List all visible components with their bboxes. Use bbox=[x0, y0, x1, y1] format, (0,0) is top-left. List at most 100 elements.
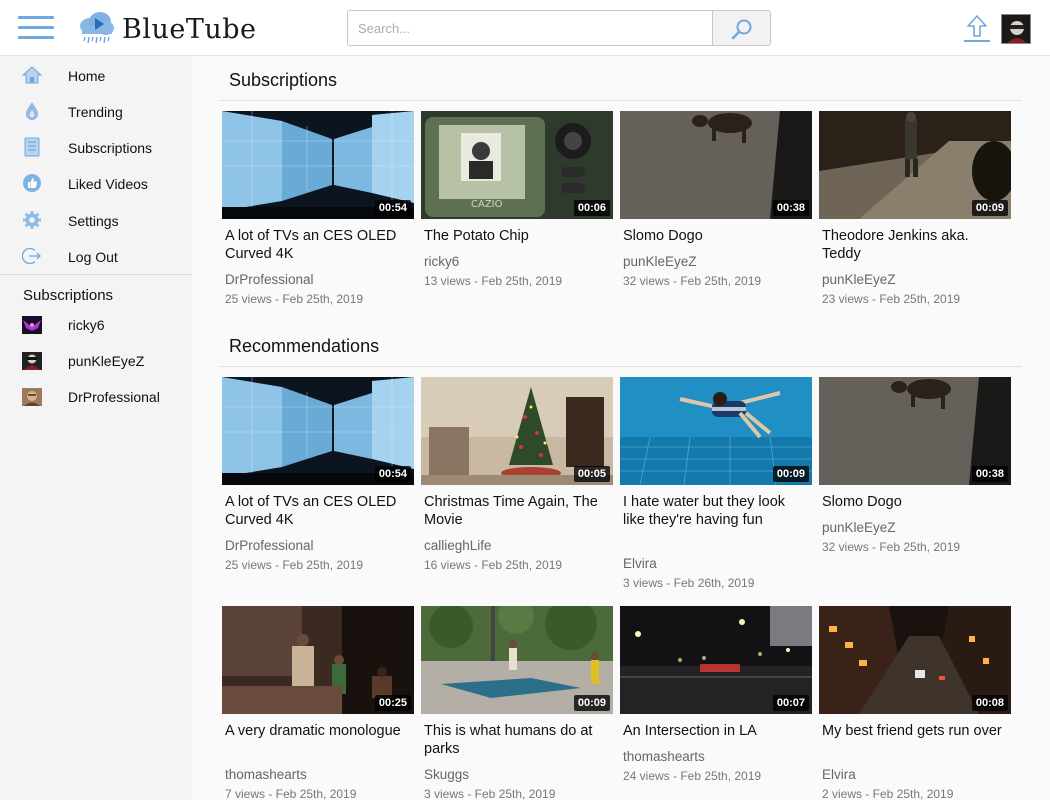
video-meta: 2 views - Feb 25th, 2019 bbox=[822, 787, 954, 800]
sidebar-item-log-out[interactable]: Log Out bbox=[0, 239, 192, 273]
video-channel[interactable]: thomashearts bbox=[225, 767, 307, 782]
video-meta: 32 views - Feb 25th, 2019 bbox=[623, 274, 762, 288]
section-divider bbox=[219, 100, 1022, 101]
video-channel[interactable]: DrProfessional bbox=[225, 272, 314, 287]
video-meta: 3 views - Feb 25th, 2019 bbox=[424, 787, 556, 800]
sidebar-item-label: Settings bbox=[68, 213, 119, 229]
video-card[interactable]: 00:09 This is what humans do at parks Sk… bbox=[421, 606, 613, 800]
video-card[interactable]: 00:54 A lot of TVs an CES OLED Curved 4K… bbox=[222, 377, 414, 577]
sidebar-item-home[interactable]: Home bbox=[0, 58, 192, 92]
video-meta: 3 views - Feb 26th, 2019 bbox=[623, 576, 755, 590]
video-card[interactable]: 00:08 My best friend gets run over Elvir… bbox=[819, 606, 1011, 800]
video-thumbnail[interactable]: 00:09 bbox=[819, 111, 1011, 219]
video-thumbnail[interactable]: 00:54 bbox=[222, 111, 414, 219]
video-card[interactable]: 00:38 Slomo Dogo punKleEyeZ 32 views - F… bbox=[819, 377, 1011, 577]
video-title[interactable]: An Intersection in LA bbox=[623, 722, 809, 740]
video-card[interactable]: 00:07 An Intersection in LA thomashearts… bbox=[620, 606, 812, 800]
video-thumbnail[interactable]: CAZIO 00:06 bbox=[421, 111, 613, 219]
video-meta: 7 views - Feb 25th, 2019 bbox=[225, 787, 357, 800]
sidebar-item-label: Subscriptions bbox=[68, 140, 153, 156]
app-logo[interactable]: BlueTube bbox=[76, 8, 256, 48]
upload-button[interactable] bbox=[962, 14, 992, 44]
video-channel[interactable]: punKleEyeZ bbox=[623, 254, 697, 269]
logout-icon bbox=[22, 247, 41, 265]
video-thumbnail[interactable]: 00:09 bbox=[421, 606, 613, 714]
video-meta: 23 views - Feb 25th, 2019 bbox=[822, 292, 961, 306]
avatar-image bbox=[1002, 15, 1030, 43]
section-title-recommendations: Recommendations bbox=[229, 336, 380, 356]
video-channel[interactable]: ricky6 bbox=[424, 254, 459, 269]
video-meta: 16 views - Feb 25th, 2019 bbox=[424, 558, 563, 572]
sidebar-item-subscriptions[interactable]: Subscriptions bbox=[0, 130, 192, 164]
video-channel[interactable]: punKleEyeZ bbox=[822, 520, 896, 535]
video-duration: 00:38 bbox=[971, 466, 1008, 482]
video-thumbnail[interactable]: 00:54 bbox=[222, 377, 414, 485]
video-thumbnail[interactable]: 00:38 bbox=[819, 377, 1011, 485]
video-thumbnail[interactable]: 00:07 bbox=[620, 606, 812, 714]
video-duration: 00:54 bbox=[374, 200, 411, 216]
video-duration: 00:25 bbox=[374, 695, 411, 711]
video-card[interactable]: 00:05 Christmas Time Again, The Movie ca… bbox=[421, 377, 613, 577]
top-bar: BlueTube bbox=[0, 0, 1050, 56]
video-card[interactable]: 00:54 A lot of TVs an CES OLED Curved 4K… bbox=[222, 111, 414, 311]
video-thumbnail[interactable]: 00:25 bbox=[222, 606, 414, 714]
sidebar-subscription-punkleeyez[interactable]: punKleEyeZ bbox=[0, 344, 192, 378]
video-card[interactable]: 00:25 A very dramatic monologue thomashe… bbox=[222, 606, 414, 800]
video-title[interactable]: A lot of TVs an CES OLED Curved 4K bbox=[225, 493, 411, 529]
home-icon bbox=[22, 66, 42, 84]
video-channel[interactable]: Skuggs bbox=[424, 767, 469, 782]
video-card[interactable]: 00:09 Theodore Jenkins aka. Teddy punKle… bbox=[819, 111, 1011, 311]
search-input[interactable] bbox=[347, 10, 713, 46]
hamburger-icon[interactable] bbox=[18, 13, 56, 43]
video-channel[interactable]: Elvira bbox=[822, 767, 856, 782]
user-avatar[interactable] bbox=[1001, 14, 1031, 44]
video-title[interactable]: A lot of TVs an CES OLED Curved 4K bbox=[225, 227, 411, 263]
video-title[interactable]: Slomo Dogo bbox=[822, 493, 1008, 511]
logo-cloud-icon bbox=[80, 12, 114, 44]
app-name: BlueTube bbox=[122, 14, 257, 45]
avatar bbox=[22, 388, 42, 406]
video-channel[interactable]: thomashearts bbox=[623, 749, 705, 764]
search-icon bbox=[731, 19, 752, 40]
sidebar-subscription-ricky6[interactable]: ricky6 bbox=[0, 308, 192, 342]
search-button[interactable] bbox=[712, 10, 771, 46]
flame-icon bbox=[26, 102, 38, 120]
video-title[interactable]: The Potato Chip bbox=[424, 227, 610, 245]
video-meta: 24 views - Feb 25th, 2019 bbox=[623, 769, 762, 783]
video-duration: 00:08 bbox=[971, 695, 1008, 711]
video-thumbnail[interactable]: 00:08 bbox=[819, 606, 1011, 714]
video-duration: 00:38 bbox=[772, 200, 809, 216]
video-card[interactable]: CAZIO 00:06 The Potato Chip ricky6 13 vi… bbox=[421, 111, 613, 311]
video-channel[interactable]: punKleEyeZ bbox=[822, 272, 896, 287]
video-title[interactable]: Slomo Dogo bbox=[623, 227, 809, 245]
video-thumbnail[interactable]: 00:05 bbox=[421, 377, 613, 485]
video-meta: 25 views - Feb 25th, 2019 bbox=[225, 292, 364, 306]
sidebar-subscription-label: ricky6 bbox=[68, 317, 105, 333]
video-channel[interactable]: Elvira bbox=[623, 556, 657, 571]
video-duration: 00:07 bbox=[772, 695, 809, 711]
video-title[interactable]: I hate water but they look like they're … bbox=[623, 493, 809, 529]
video-channel[interactable]: DrProfessional bbox=[225, 538, 314, 553]
video-meta: 32 views - Feb 25th, 2019 bbox=[822, 540, 961, 554]
video-duration: 00:09 bbox=[971, 200, 1008, 216]
video-card[interactable]: 00:38 Slomo Dogo punKleEyeZ 32 views - F… bbox=[620, 111, 812, 311]
video-title[interactable]: Christmas Time Again, The Movie bbox=[424, 493, 610, 529]
video-title[interactable]: A very dramatic monologue bbox=[225, 722, 411, 740]
sidebar-item-settings[interactable]: Settings bbox=[0, 203, 192, 237]
video-channel[interactable]: callieghLife bbox=[424, 538, 492, 553]
sidebar-subscription-drprofessional[interactable]: DrProfessional bbox=[0, 380, 192, 414]
sidebar-item-trending[interactable]: Trending bbox=[0, 94, 192, 128]
sidebar-item-label: Log Out bbox=[68, 249, 118, 265]
sidebar-divider bbox=[0, 274, 192, 275]
video-duration: 00:05 bbox=[573, 466, 610, 482]
video-title[interactable]: Theodore Jenkins aka. Teddy bbox=[822, 227, 1008, 263]
video-card[interactable]: 00:09 I hate water but they look like th… bbox=[620, 377, 812, 590]
video-thumbnail[interactable]: 00:09 bbox=[620, 377, 812, 485]
video-duration: 00:09 bbox=[772, 466, 809, 482]
subscriptions-icon bbox=[24, 137, 40, 157]
sidebar-item-liked-videos[interactable]: Liked Videos bbox=[0, 166, 192, 200]
video-title[interactable]: My best friend gets run over bbox=[822, 722, 1008, 740]
video-title[interactable]: This is what humans do at parks bbox=[424, 722, 610, 758]
video-thumbnail[interactable]: 00:38 bbox=[620, 111, 812, 219]
avatar bbox=[22, 352, 42, 370]
